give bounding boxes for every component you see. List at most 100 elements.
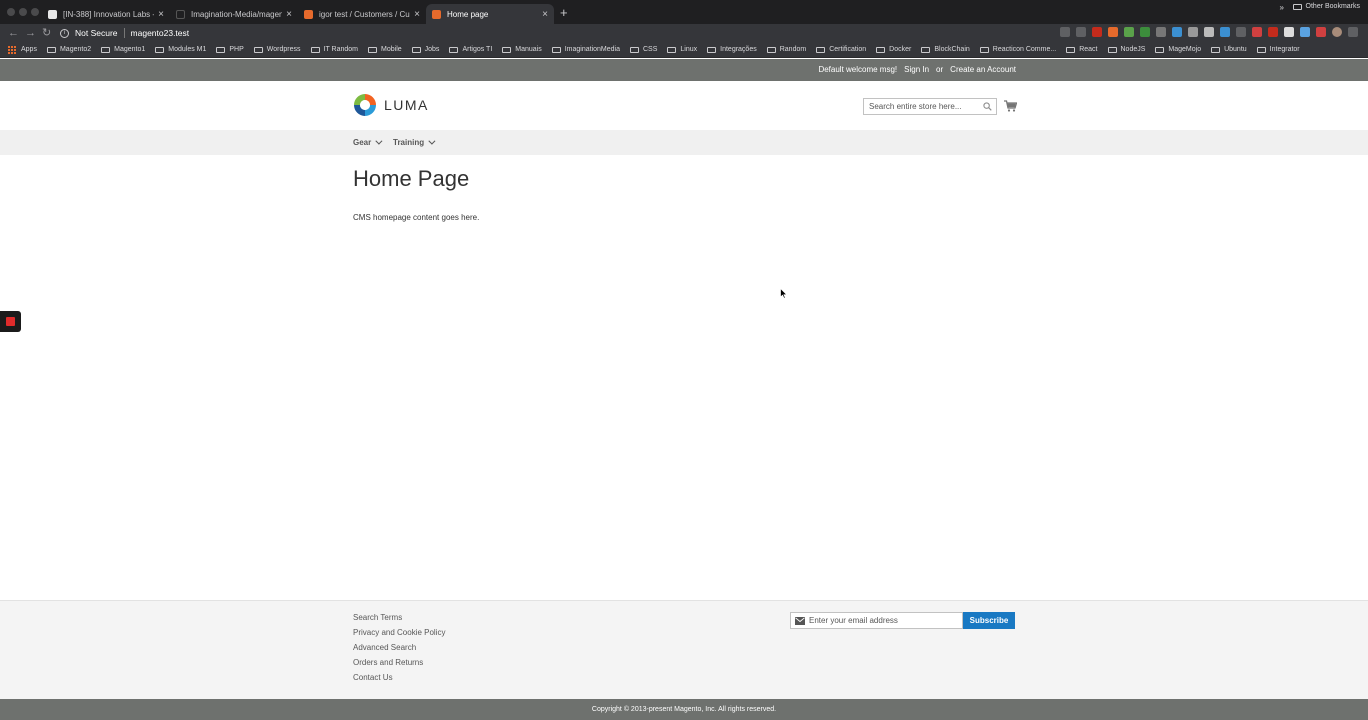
folder-icon (502, 46, 512, 53)
reload-icon[interactable]: ↻ (42, 26, 51, 40)
url-text[interactable]: magento23.test (131, 28, 190, 38)
bookmark-folder[interactable]: IT Random (310, 46, 358, 53)
recording-widget[interactable] (0, 311, 21, 332)
bookmark-folder[interactable]: Modules M1 (155, 46, 206, 53)
browser-tab[interactable]: [IN-388] Innovation Labs - Inn × (42, 4, 170, 24)
extension-icon[interactable] (1316, 27, 1326, 37)
cart-icon[interactable] (1004, 100, 1017, 112)
extension-icon[interactable] (1172, 27, 1182, 37)
bookmark-folder[interactable]: ImaginationMedia (551, 46, 620, 53)
avatar[interactable] (1332, 27, 1342, 37)
envelope-icon (795, 617, 805, 625)
bookmark-folder[interactable]: BlockChain (921, 46, 970, 53)
extension-icon[interactable] (1156, 27, 1166, 37)
nav-item-training[interactable]: Training (393, 137, 436, 147)
bookmark-folder[interactable]: CSS (630, 46, 657, 53)
bookmark-folder[interactable]: NodeJS (1107, 46, 1146, 53)
subscribe-button[interactable]: Subscribe (963, 612, 1015, 629)
page-title: Home Page (353, 166, 470, 191)
bookmark-folder[interactable]: Jobs (411, 46, 439, 53)
extension-icon[interactable] (1188, 27, 1198, 37)
extension-icon[interactable] (1236, 27, 1246, 37)
info-icon[interactable]: i (60, 28, 69, 38)
page-footer: Search Terms Privacy and Cookie Policy A… (0, 600, 1368, 699)
bookmark-folder[interactable]: Mobile (368, 46, 402, 53)
more-bookmarks-icon[interactable]: » (1280, 3, 1284, 12)
bookmark-folder[interactable]: Ubuntu (1211, 46, 1247, 53)
bookmark-apps[interactable]: Apps (8, 45, 37, 54)
bookmark-label: React (1079, 46, 1098, 53)
bookmark-folder[interactable]: PHP (216, 46, 244, 53)
bookmark-folder[interactable]: Magento2 (46, 46, 91, 53)
bookmark-folder[interactable]: Integrações (707, 46, 757, 53)
bookmark-folder[interactable]: Integrator (1256, 46, 1300, 53)
browser-tab[interactable]: Imagination-Media/magento2 × (170, 4, 298, 24)
create-account-link[interactable]: Create an Account (950, 65, 1016, 74)
browser-tab[interactable]: igor test / Customers / Custom × (298, 4, 426, 24)
footer-link-contact-us[interactable]: Contact Us (353, 673, 445, 682)
extension-icon[interactable] (1124, 27, 1134, 37)
bookmark-label: Manuais (515, 46, 542, 53)
tab-close-icon[interactable]: × (158, 9, 164, 20)
folder-icon (816, 46, 826, 53)
bookmark-folder[interactable]: Linux (667, 46, 697, 53)
window-close-icon[interactable] (7, 8, 15, 16)
bookmark-folder[interactable]: Docker (876, 46, 911, 53)
bookmark-label: NodeJS (1120, 46, 1146, 53)
new-tab-icon[interactable]: + (560, 6, 568, 20)
folder-icon (411, 46, 421, 53)
bookmark-folder[interactable]: Certification (816, 46, 866, 53)
extension-icon[interactable] (1092, 27, 1102, 37)
bookmark-label: Reacticon Comme... (992, 46, 1057, 53)
folder-icon (1256, 46, 1266, 53)
extension-icon[interactable] (1108, 27, 1118, 37)
other-bookmarks[interactable]: Other Bookmarks (1292, 3, 1360, 10)
browser-tab-bar: [IN-388] Innovation Labs - Inn × Imagina… (0, 0, 1368, 24)
apps-grid-icon (8, 45, 16, 54)
folder-icon (979, 46, 989, 53)
extension-icon[interactable] (1268, 27, 1278, 37)
tab-close-icon[interactable]: × (542, 9, 548, 20)
logo[interactable]: LUMA (353, 93, 429, 117)
tab-close-icon[interactable]: × (286, 9, 292, 20)
omnibox[interactable]: i Not Secure magento23.test (60, 25, 189, 41)
bookmark-folder[interactable]: React (1066, 46, 1098, 53)
bookmark-folder[interactable]: Manuais (502, 46, 542, 53)
extension-icon[interactable] (1220, 27, 1230, 37)
folder-icon (1292, 3, 1302, 10)
footer-link-orders-returns[interactable]: Orders and Returns (353, 658, 445, 667)
key-icon[interactable] (1060, 27, 1070, 37)
bookmark-folder[interactable]: Artigos TI (449, 46, 492, 53)
folder-icon (630, 46, 639, 53)
window-minimize-icon[interactable] (19, 8, 27, 16)
extension-icon[interactable] (1284, 27, 1294, 37)
extension-icon[interactable] (1140, 27, 1150, 37)
bookmarks-bar: Apps Magento2 Magento1 Modules M1 PHP Wordpr… (0, 42, 1368, 58)
chevron-down-icon (428, 137, 436, 145)
footer-link-privacy[interactable]: Privacy and Cookie Policy (353, 628, 445, 637)
tab-close-icon[interactable]: × (414, 9, 420, 20)
browser-tab-active[interactable]: Home page × (426, 4, 554, 24)
sign-in-link[interactable]: Sign In (904, 65, 929, 74)
bookmark-folder[interactable]: Wordpress (253, 46, 301, 53)
extension-icon[interactable] (1252, 27, 1262, 37)
bookmark-folder[interactable]: Random (766, 46, 806, 53)
extension-icon[interactable] (1300, 27, 1310, 37)
window-zoom-icon[interactable] (31, 8, 39, 16)
footer-link-search-terms[interactable]: Search Terms (353, 613, 445, 622)
nav-item-gear[interactable]: Gear (353, 137, 383, 147)
search-icon[interactable] (983, 102, 992, 111)
menu-icon[interactable] (1348, 27, 1358, 37)
tab-favicon-icon (176, 9, 185, 19)
newsletter-email-input[interactable] (809, 613, 959, 628)
back-icon[interactable]: ← (8, 26, 19, 40)
forward-icon[interactable]: → (25, 26, 36, 40)
footer-link-advanced-search[interactable]: Advanced Search (353, 643, 445, 652)
star-icon[interactable] (1076, 27, 1086, 37)
bookmark-folder[interactable]: Magento1 (101, 46, 145, 53)
bookmark-label: CSS (643, 46, 658, 53)
search-input[interactable] (863, 98, 997, 115)
extension-icon[interactable] (1204, 27, 1214, 37)
bookmark-folder[interactable]: Reacticon Comme... (979, 46, 1057, 53)
bookmark-folder[interactable]: MageMojo (1155, 46, 1201, 53)
